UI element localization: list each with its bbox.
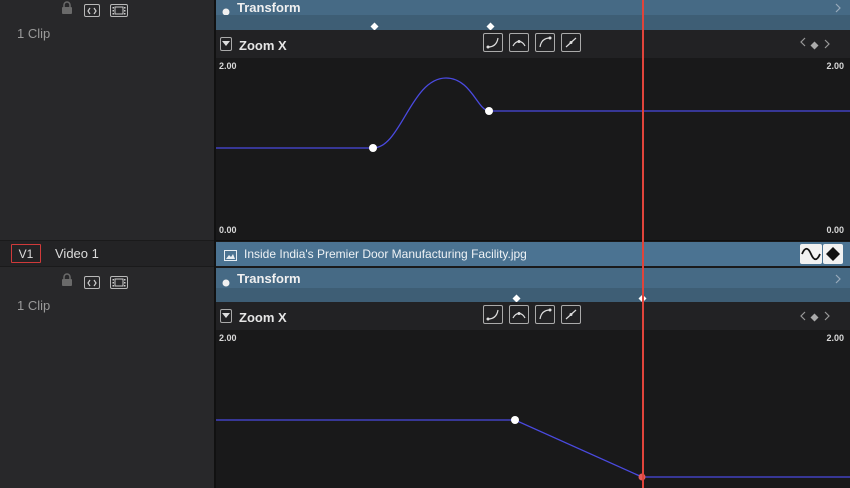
track-header-v1[interactable]: V1 Video 1 (0, 241, 214, 266)
lock-icon[interactable] (60, 1, 74, 20)
curve-ease-in-icon[interactable] (483, 33, 503, 52)
curve-keyframe-point (485, 107, 493, 115)
keyframe-diamond-icon[interactable] (810, 309, 819, 327)
curve-keyframe-point (511, 416, 519, 424)
keyframe-toggle-icon[interactable] (823, 244, 843, 264)
clip-count: 1 Clip (17, 298, 51, 313)
param-label: Zoom X (239, 310, 287, 325)
next-keyframe-icon[interactable] (823, 36, 831, 54)
param-row: Zoom X (216, 30, 850, 58)
curve-linear-icon[interactable] (561, 305, 581, 324)
transform-bar[interactable]: Transform (216, 0, 850, 16)
track-header-bottom: 1 Clip (0, 267, 214, 488)
curve-graph[interactable]: 2.00 2.00 (216, 330, 850, 488)
zoom-curve (216, 416, 850, 481)
auto-select-icon[interactable] (84, 4, 100, 17)
track-divider (216, 240, 850, 241)
curve-ease-out-icon[interactable] (535, 305, 555, 324)
param-label: Zoom X (239, 38, 287, 53)
transform-label: Transform (237, 271, 301, 286)
prev-keyframe-icon[interactable] (799, 36, 807, 50)
track-header-top: 1 Clip (0, 0, 214, 240)
prev-keyframe-icon[interactable] (799, 308, 807, 326)
clip-count: 1 Clip (17, 26, 51, 41)
track-badge[interactable]: V1 (11, 244, 41, 263)
auto-select-icon[interactable] (84, 276, 100, 289)
curve-smooth-icon[interactable] (509, 33, 529, 52)
keyframe-diamond-icon[interactable] (810, 37, 819, 55)
curve-keyframe-point (369, 144, 377, 152)
zoom-curve (216, 77, 850, 152)
curve-toggle-icon[interactable] (800, 244, 822, 264)
transform-bar[interactable]: Transform (216, 268, 850, 288)
chevron-down-icon[interactable] (220, 309, 232, 323)
image-icon (224, 248, 237, 266)
lock-icon[interactable] (60, 273, 74, 292)
next-keyframe-icon[interactable] (823, 308, 831, 326)
keyframe-strip[interactable] (216, 15, 850, 31)
film-icon[interactable] (110, 276, 128, 289)
chevron-down-icon[interactable] (220, 37, 232, 51)
expand-chevron-icon[interactable] (834, 271, 842, 289)
curve-ease-in-icon[interactable] (483, 305, 503, 324)
video-clip[interactable]: Inside India's Premier Door Manufacturin… (216, 242, 850, 266)
track-name[interactable]: Video 1 (55, 246, 99, 261)
playhead[interactable] (642, 0, 644, 488)
film-icon[interactable] (110, 4, 128, 17)
clip-name: Inside India's Premier Door Manufacturin… (244, 247, 527, 261)
curve-ease-out-icon[interactable] (535, 33, 555, 52)
curve-graph[interactable]: 2.00 2.00 0.00 0.00 (216, 58, 850, 240)
curve-smooth-icon[interactable] (509, 305, 529, 324)
track-controls (60, 273, 128, 292)
keyframe-strip[interactable] (216, 288, 850, 303)
curve-linear-icon[interactable] (561, 33, 581, 52)
param-row: Zoom X (216, 302, 850, 330)
transform-label: Transform (237, 0, 301, 15)
track-controls (60, 1, 128, 20)
